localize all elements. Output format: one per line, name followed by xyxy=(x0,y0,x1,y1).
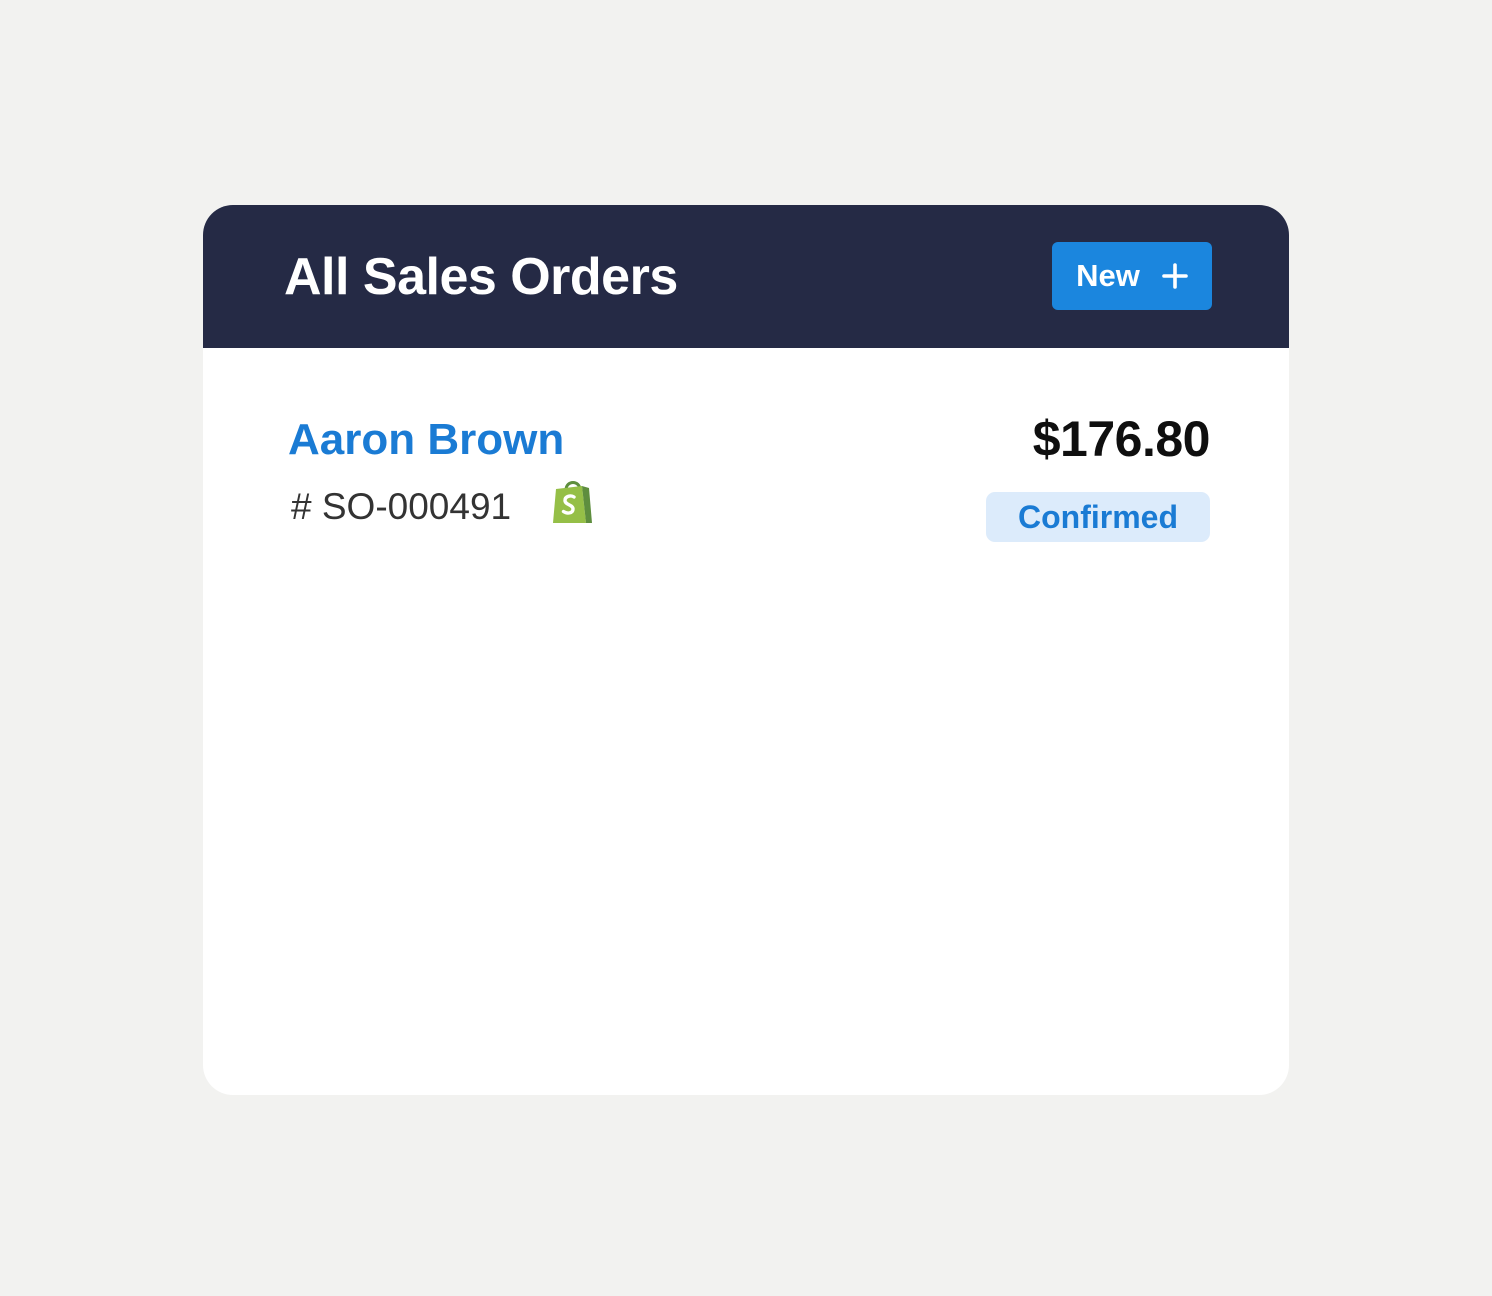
new-order-button[interactable]: New xyxy=(1052,242,1212,310)
shopify-bag-icon xyxy=(553,481,592,523)
order-amount: $176.80 xyxy=(1032,411,1211,467)
plus-icon xyxy=(1162,263,1188,289)
status-badge: Confirmed xyxy=(986,492,1210,542)
new-button-label: New xyxy=(1076,258,1140,293)
order-number: # SO-000491 xyxy=(291,486,512,527)
card-header: All Sales Orders New xyxy=(203,205,1289,348)
page-title: All Sales Orders xyxy=(284,248,678,306)
sales-orders-card: All Sales Orders New Aaron Brown # SO-00… xyxy=(203,205,1289,1095)
list-item[interactable]: Aaron Brown # SO-000491 $176.80 Confirme… xyxy=(203,348,1289,548)
customer-name-link[interactable]: Aaron Brown xyxy=(288,414,564,466)
